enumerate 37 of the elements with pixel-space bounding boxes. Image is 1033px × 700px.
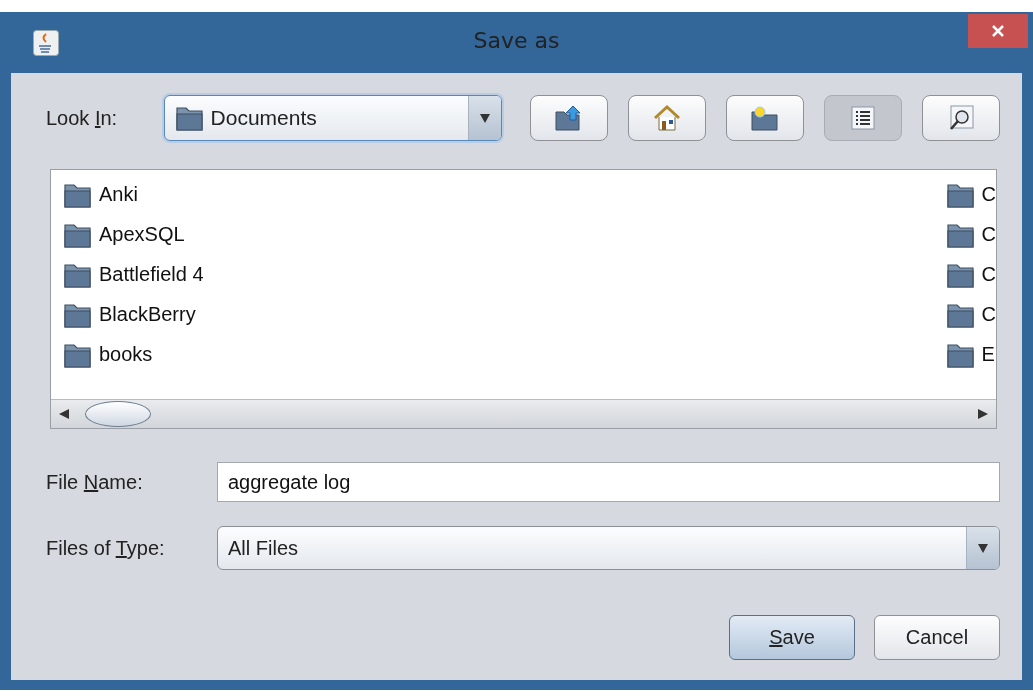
new-folder-icon [750,104,780,132]
look-in-dropdown[interactable]: Documents [163,95,502,141]
file-type-dropdown[interactable]: All Files [217,526,1000,570]
folder-item[interactable]: C [945,260,996,289]
dialog-button[interactable]: Save [729,615,855,660]
caret-icon [479,112,491,124]
home-button[interactable] [628,95,706,141]
close-button[interactable] [968,14,1028,48]
folder-item[interactable]: E [945,340,996,369]
window-title: Save as [473,28,560,53]
file-type-label: Files of Type: [46,536,166,560]
list-view-icon [851,106,875,130]
right-arrow-icon [977,408,989,420]
folder-item[interactable]: books [63,340,204,369]
list-button[interactable] [824,95,902,141]
caret-icon [977,542,989,554]
close-icon [991,24,1005,38]
dialog-button[interactable]: Cancel [874,615,1000,660]
coffee-cup-icon [33,29,59,56]
horizontal-scrollbar[interactable] [51,399,996,428]
folder-item[interactable]: C [945,300,996,329]
home-icon [652,104,682,132]
folder-item[interactable]: BlackBerry [63,300,204,329]
file-name-field[interactable]: aggregate log [217,462,1000,502]
folder-item[interactable]: Anki [63,180,204,209]
folder-item[interactable]: ApexSQL [63,220,204,249]
folder-item[interactable]: Battlefield 4 [63,260,204,289]
look-in-label: Look In: [46,106,119,130]
new-folder-button[interactable] [726,95,804,141]
folder-item[interactable]: C [945,220,996,249]
up-button[interactable] [530,95,608,141]
left-arrow-icon [58,408,70,420]
folder-icon [174,104,205,132]
details-button[interactable] [922,95,1000,141]
folder-item[interactable]: C [945,180,996,209]
details-view-icon [948,105,974,131]
file-name-label: File Name: [46,470,144,494]
